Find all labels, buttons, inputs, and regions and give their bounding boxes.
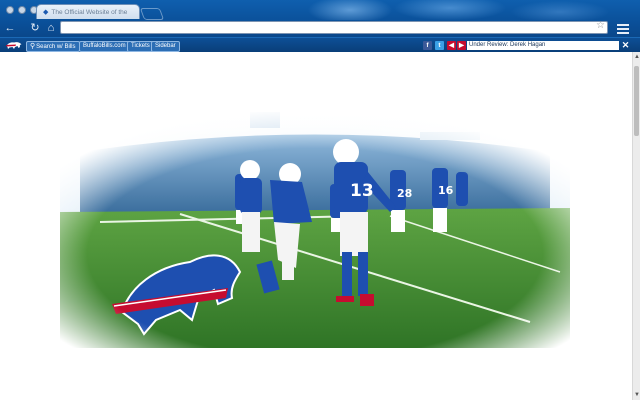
sidebar-button[interactable]: Sidebar [151,41,180,52]
home-icon[interactable]: ⌂ [44,21,58,35]
tab-title: The Official Website of the [51,8,128,16]
browser-chrome: ◆ The Official Website of the ← ↻ ⌂ ☆ ⚲S… [0,0,640,52]
scroll-down-icon[interactable]: ▼ [634,392,640,398]
bills-logo-icon[interactable] [5,40,23,50]
browser-tab[interactable]: ◆ The Official Website of the [36,4,140,19]
bills-favicon-icon: ◆ [43,9,49,16]
toolbar: ← ↻ ⌂ [0,20,640,36]
extension-toolbar: ⚲Search w/ Bills BuffaloBills.com Ticket… [0,37,640,52]
scroll-up-icon[interactable]: ▲ [634,54,640,60]
window-close-dot[interactable] [6,6,14,14]
buffalobills-link-button[interactable]: BuffaloBills.com [79,41,130,52]
star-icon[interactable]: ☆ [596,20,605,31]
tickets-button[interactable]: Tickets [127,41,154,52]
next-arrow-icon[interactable]: ▶ [457,41,466,50]
facebook-icon[interactable]: f [423,41,432,50]
reload-icon[interactable]: ↻ [28,21,42,35]
vertical-scrollbar[interactable]: ▲ ▼ [632,52,640,400]
search-icon: ⚲ [30,43,36,50]
window-minimize-dot[interactable] [18,6,26,14]
theme-header-art [120,0,640,20]
menu-icon[interactable] [616,22,630,34]
close-icon[interactable]: ✕ [621,40,630,50]
back-arrow-icon[interactable]: ← [3,21,17,35]
new-tab-button[interactable] [139,8,165,20]
scroll-thumb[interactable] [634,66,639,136]
news-ticker[interactable]: Under Review: Derek Hagan [467,41,619,50]
window-controls [6,6,38,14]
prev-arrow-icon[interactable]: ◀ [447,41,456,50]
search-bills-button[interactable]: ⚲Search w/ Bills [26,41,80,52]
twitter-icon[interactable]: t [435,41,444,50]
address-bar[interactable] [60,21,608,34]
stadium-hero-image: 28 16 13 [60,112,570,348]
